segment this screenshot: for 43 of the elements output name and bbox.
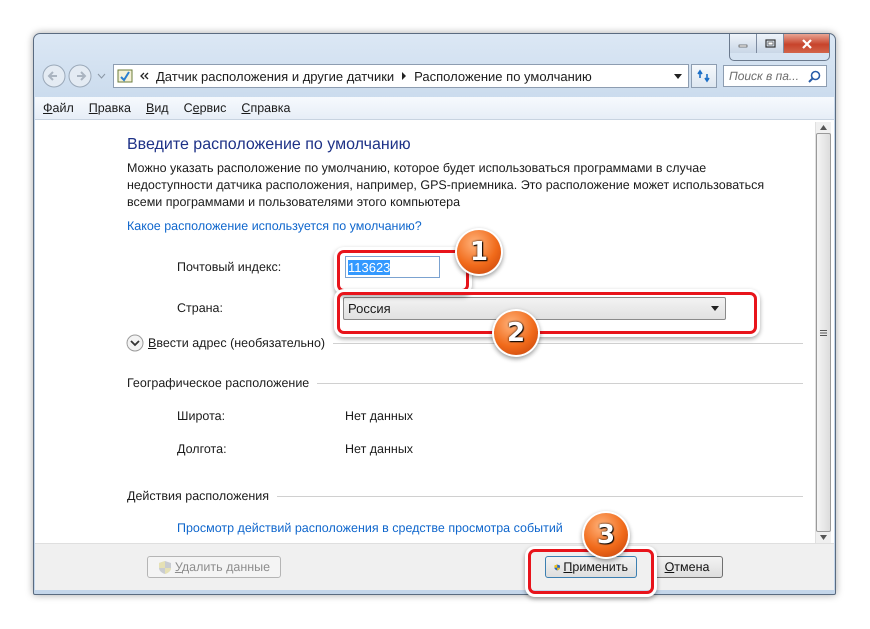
page-heading: Введите расположение по умолчанию (127, 136, 412, 154)
address-bar[interactable]: Датчик расположения и другие датчики Расположение по умолчанию (113, 64, 689, 88)
search-field[interactable]: Поиск в па... (723, 65, 827, 87)
breadcrumb-item[interactable]: Расположение по умолчанию (414, 68, 592, 84)
event-viewer-link[interactable]: Просмотр действий расположения в средстве просмотра событий (177, 521, 563, 535)
shield-icon (158, 560, 172, 574)
dropdown-arrow-icon[interactable] (674, 74, 682, 78)
country-dropdown[interactable]: Россия (343, 296, 726, 320)
scroll-up-icon[interactable] (820, 125, 827, 130)
minimize-button[interactable] (730, 34, 757, 53)
breadcrumb-item[interactable]: Датчик расположения и другие датчики (156, 68, 394, 84)
dropdown-arrow-icon (711, 306, 719, 310)
close-icon (800, 38, 812, 48)
close-button[interactable] (784, 34, 829, 53)
grip-icon[interactable] (820, 330, 827, 336)
scroll-down-icon[interactable] (820, 535, 827, 540)
description-text: Можно указать расположение по умолчанию, которое будет использоваться программами в случае недоступности датчика расположения, например, GPS-приемника. Это расположение может использоваться всеми программами и пользователями этого компьютера (127, 160, 766, 211)
field-value: Нет данных (345, 409, 414, 423)
refresh-icon (697, 69, 711, 83)
field-label: Долгота: (176, 442, 228, 456)
field-label: Широта: (176, 409, 226, 423)
refresh-button[interactable] (691, 64, 717, 88)
control-panel-icon (117, 68, 133, 84)
chevrons-icon[interactable] (140, 72, 149, 80)
menu-item[interactable]: Вид (146, 101, 169, 115)
maximize-icon (764, 39, 776, 48)
field-value: Нет данных (345, 442, 414, 456)
field-label: Страна: (176, 301, 224, 315)
search-icon (808, 70, 821, 83)
maximize-button[interactable] (757, 34, 784, 53)
apply-button[interactable]: Применить (545, 556, 637, 578)
scrollbar[interactable] (815, 122, 831, 543)
help-link[interactable]: Какое расположение используется по умолчанию? (127, 219, 422, 233)
menu-item[interactable]: Файл (43, 101, 74, 115)
menu-item[interactable]: Справка (241, 101, 290, 115)
section-title: Географическое расположение (127, 376, 310, 390)
field-label: Почтовый индекс: (176, 260, 282, 274)
expand-icon[interactable] (126, 334, 144, 352)
menu-item[interactable]: Сервис (184, 101, 226, 115)
section-title: Действия расположения (127, 489, 270, 503)
address-toggle-link[interactable]: Ввести адрес (необязательно) (148, 336, 326, 350)
menu-item[interactable]: Правка (88, 101, 131, 115)
separator-arrow-icon[interactable] (401, 72, 408, 80)
